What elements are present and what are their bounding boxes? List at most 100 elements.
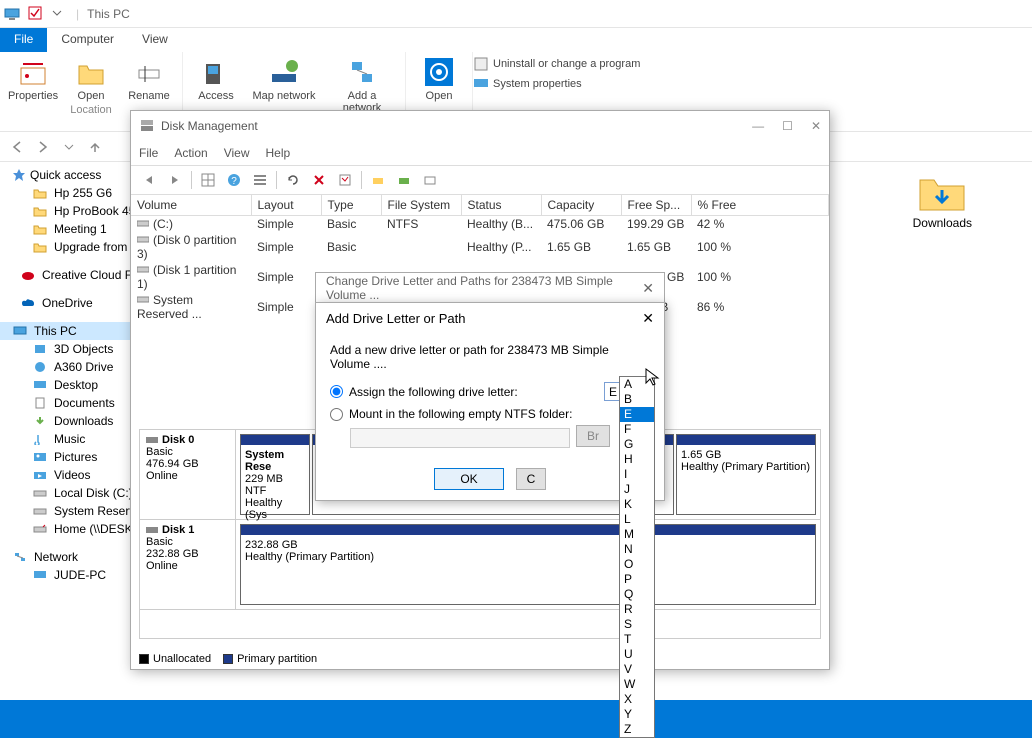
ntfs-folder-input[interactable] bbox=[350, 428, 570, 448]
menu-view[interactable]: View bbox=[224, 146, 250, 160]
back-arrow-icon[interactable] bbox=[139, 170, 159, 190]
rename-button[interactable]: Rename bbox=[124, 56, 174, 102]
col-status[interactable]: Status bbox=[461, 195, 541, 216]
letter-option[interactable]: G bbox=[620, 437, 654, 452]
col-pctfree[interactable]: % Free bbox=[691, 195, 829, 216]
letter-option[interactable]: K bbox=[620, 497, 654, 512]
properties-button[interactable]: Properties bbox=[8, 56, 58, 102]
col-freespace[interactable]: Free Sp... bbox=[621, 195, 691, 216]
help-icon[interactable]: ? bbox=[224, 170, 244, 190]
open-settings-button[interactable]: Open bbox=[414, 56, 464, 102]
system-properties-link[interactable]: System properties bbox=[473, 76, 640, 92]
letter-option[interactable]: O bbox=[620, 557, 654, 572]
volume-icon bbox=[137, 264, 149, 274]
open-button[interactable]: Open bbox=[66, 56, 116, 102]
list-icon[interactable] bbox=[250, 170, 270, 190]
outer-close-button[interactable]: ✕ bbox=[642, 280, 654, 297]
letter-option[interactable]: P bbox=[620, 572, 654, 587]
item-icon bbox=[32, 396, 48, 410]
disk-mgmt-icon bbox=[139, 118, 155, 134]
legend: Unallocated Primary partition bbox=[139, 653, 317, 665]
disk-icon[interactable] bbox=[368, 170, 388, 190]
letter-option[interactable]: M bbox=[620, 527, 654, 542]
letter-option[interactable]: S bbox=[620, 617, 654, 632]
dm-menubar: File Action View Help bbox=[131, 141, 829, 165]
settings-icon bbox=[423, 56, 455, 88]
tab-computer[interactable]: Computer bbox=[47, 28, 128, 52]
map-network-button[interactable]: Map network bbox=[249, 56, 319, 102]
col-volume[interactable]: Volume bbox=[131, 195, 251, 216]
letter-option[interactable]: U bbox=[620, 647, 654, 662]
letter-option[interactable]: F bbox=[620, 422, 654, 437]
tab-view[interactable]: View bbox=[128, 28, 182, 52]
letter-option[interactable]: N bbox=[620, 542, 654, 557]
dialog-close-button[interactable]: ✕ bbox=[642, 310, 654, 327]
letter-option[interactable]: W bbox=[620, 677, 654, 692]
up-button[interactable] bbox=[84, 136, 106, 158]
col-layout[interactable]: Layout bbox=[251, 195, 321, 216]
history-dropdown-button[interactable] bbox=[58, 136, 80, 158]
letter-option[interactable]: L bbox=[620, 512, 654, 527]
menu-file[interactable]: File bbox=[139, 146, 158, 160]
letter-option[interactable]: Y bbox=[620, 707, 654, 722]
folder-downloads-icon bbox=[918, 172, 966, 212]
close-button[interactable]: ✕ bbox=[811, 119, 821, 133]
drive-icon[interactable] bbox=[394, 170, 414, 190]
letter-option[interactable]: H bbox=[620, 452, 654, 467]
drive-letter-dropdown[interactable]: ABEFGHIJKLMNOPQRSTUVWXYZ bbox=[619, 376, 655, 738]
letter-option[interactable]: Z bbox=[620, 722, 654, 737]
downloads-folder[interactable]: Downloads bbox=[913, 172, 972, 230]
menu-help[interactable]: Help bbox=[266, 146, 291, 160]
col-capacity[interactable]: Capacity bbox=[541, 195, 621, 216]
checkbox-icon[interactable] bbox=[28, 6, 44, 22]
volume-icon bbox=[137, 234, 149, 244]
uninstall-link[interactable]: Uninstall or change a program bbox=[473, 56, 640, 72]
letter-option[interactable]: J bbox=[620, 482, 654, 497]
mount-folder-radio[interactable] bbox=[330, 408, 343, 421]
partition-system-reserved[interactable]: System Rese 229 MB NTF Healthy (Sys bbox=[240, 434, 310, 515]
item-icon bbox=[32, 522, 48, 536]
properties-tb-icon[interactable] bbox=[335, 170, 355, 190]
delete-icon[interactable] bbox=[309, 170, 329, 190]
forward-button[interactable] bbox=[32, 136, 54, 158]
cancel-button[interactable]: C bbox=[516, 468, 546, 490]
letter-option[interactable]: R bbox=[620, 602, 654, 617]
letter-option[interactable]: I bbox=[620, 467, 654, 482]
partition-disk0-p3[interactable]: 1.65 GB Healthy (Primary Partition) bbox=[676, 434, 816, 515]
star-icon bbox=[12, 168, 26, 182]
partition-disk1-p1[interactable]: 232.88 GB Healthy (Primary Partition) bbox=[240, 524, 816, 605]
tab-file[interactable]: File bbox=[0, 28, 47, 52]
assign-letter-radio[interactable] bbox=[330, 385, 343, 398]
letter-option[interactable]: B bbox=[620, 392, 654, 407]
back-button[interactable] bbox=[6, 136, 28, 158]
item-icon bbox=[32, 450, 48, 464]
dropdown-icon[interactable] bbox=[52, 6, 68, 22]
refresh-icon[interactable] bbox=[283, 170, 303, 190]
vol-icon[interactable] bbox=[420, 170, 440, 190]
col-filesystem[interactable]: File System bbox=[381, 195, 461, 216]
letter-option[interactable]: T bbox=[620, 632, 654, 647]
browse-button[interactable]: Br bbox=[576, 425, 610, 447]
add-network-button[interactable]: Add a network bbox=[327, 56, 397, 114]
letter-option[interactable]: E bbox=[620, 407, 654, 422]
letter-option[interactable]: V bbox=[620, 662, 654, 677]
forward-arrow-icon[interactable] bbox=[165, 170, 185, 190]
minimize-button[interactable]: — bbox=[752, 119, 764, 133]
dm-toolbar: ? bbox=[131, 165, 829, 195]
item-icon bbox=[32, 360, 48, 374]
mount-label: Mount in the following empty NTFS folder… bbox=[349, 407, 572, 421]
table-row[interactable]: (Disk 0 partition 3)SimpleBasicHealthy (… bbox=[131, 232, 829, 262]
downloads-label: Downloads bbox=[913, 216, 972, 230]
volume-icon bbox=[137, 218, 149, 228]
table-row[interactable]: (C:)SimpleBasicNTFSHealthy (B...475.06 G… bbox=[131, 216, 829, 233]
network-icon bbox=[12, 550, 28, 564]
access-button[interactable]: Access bbox=[191, 56, 241, 102]
menu-action[interactable]: Action bbox=[174, 146, 207, 160]
letter-option[interactable]: A bbox=[620, 377, 654, 392]
ribbon-tabs: File Computer View bbox=[0, 28, 1032, 52]
col-type[interactable]: Type bbox=[321, 195, 381, 216]
grid-icon[interactable] bbox=[198, 170, 218, 190]
ok-button[interactable]: OK bbox=[434, 468, 504, 490]
maximize-button[interactable]: ☐ bbox=[782, 119, 793, 133]
letter-option[interactable]: Q bbox=[620, 587, 654, 602]
